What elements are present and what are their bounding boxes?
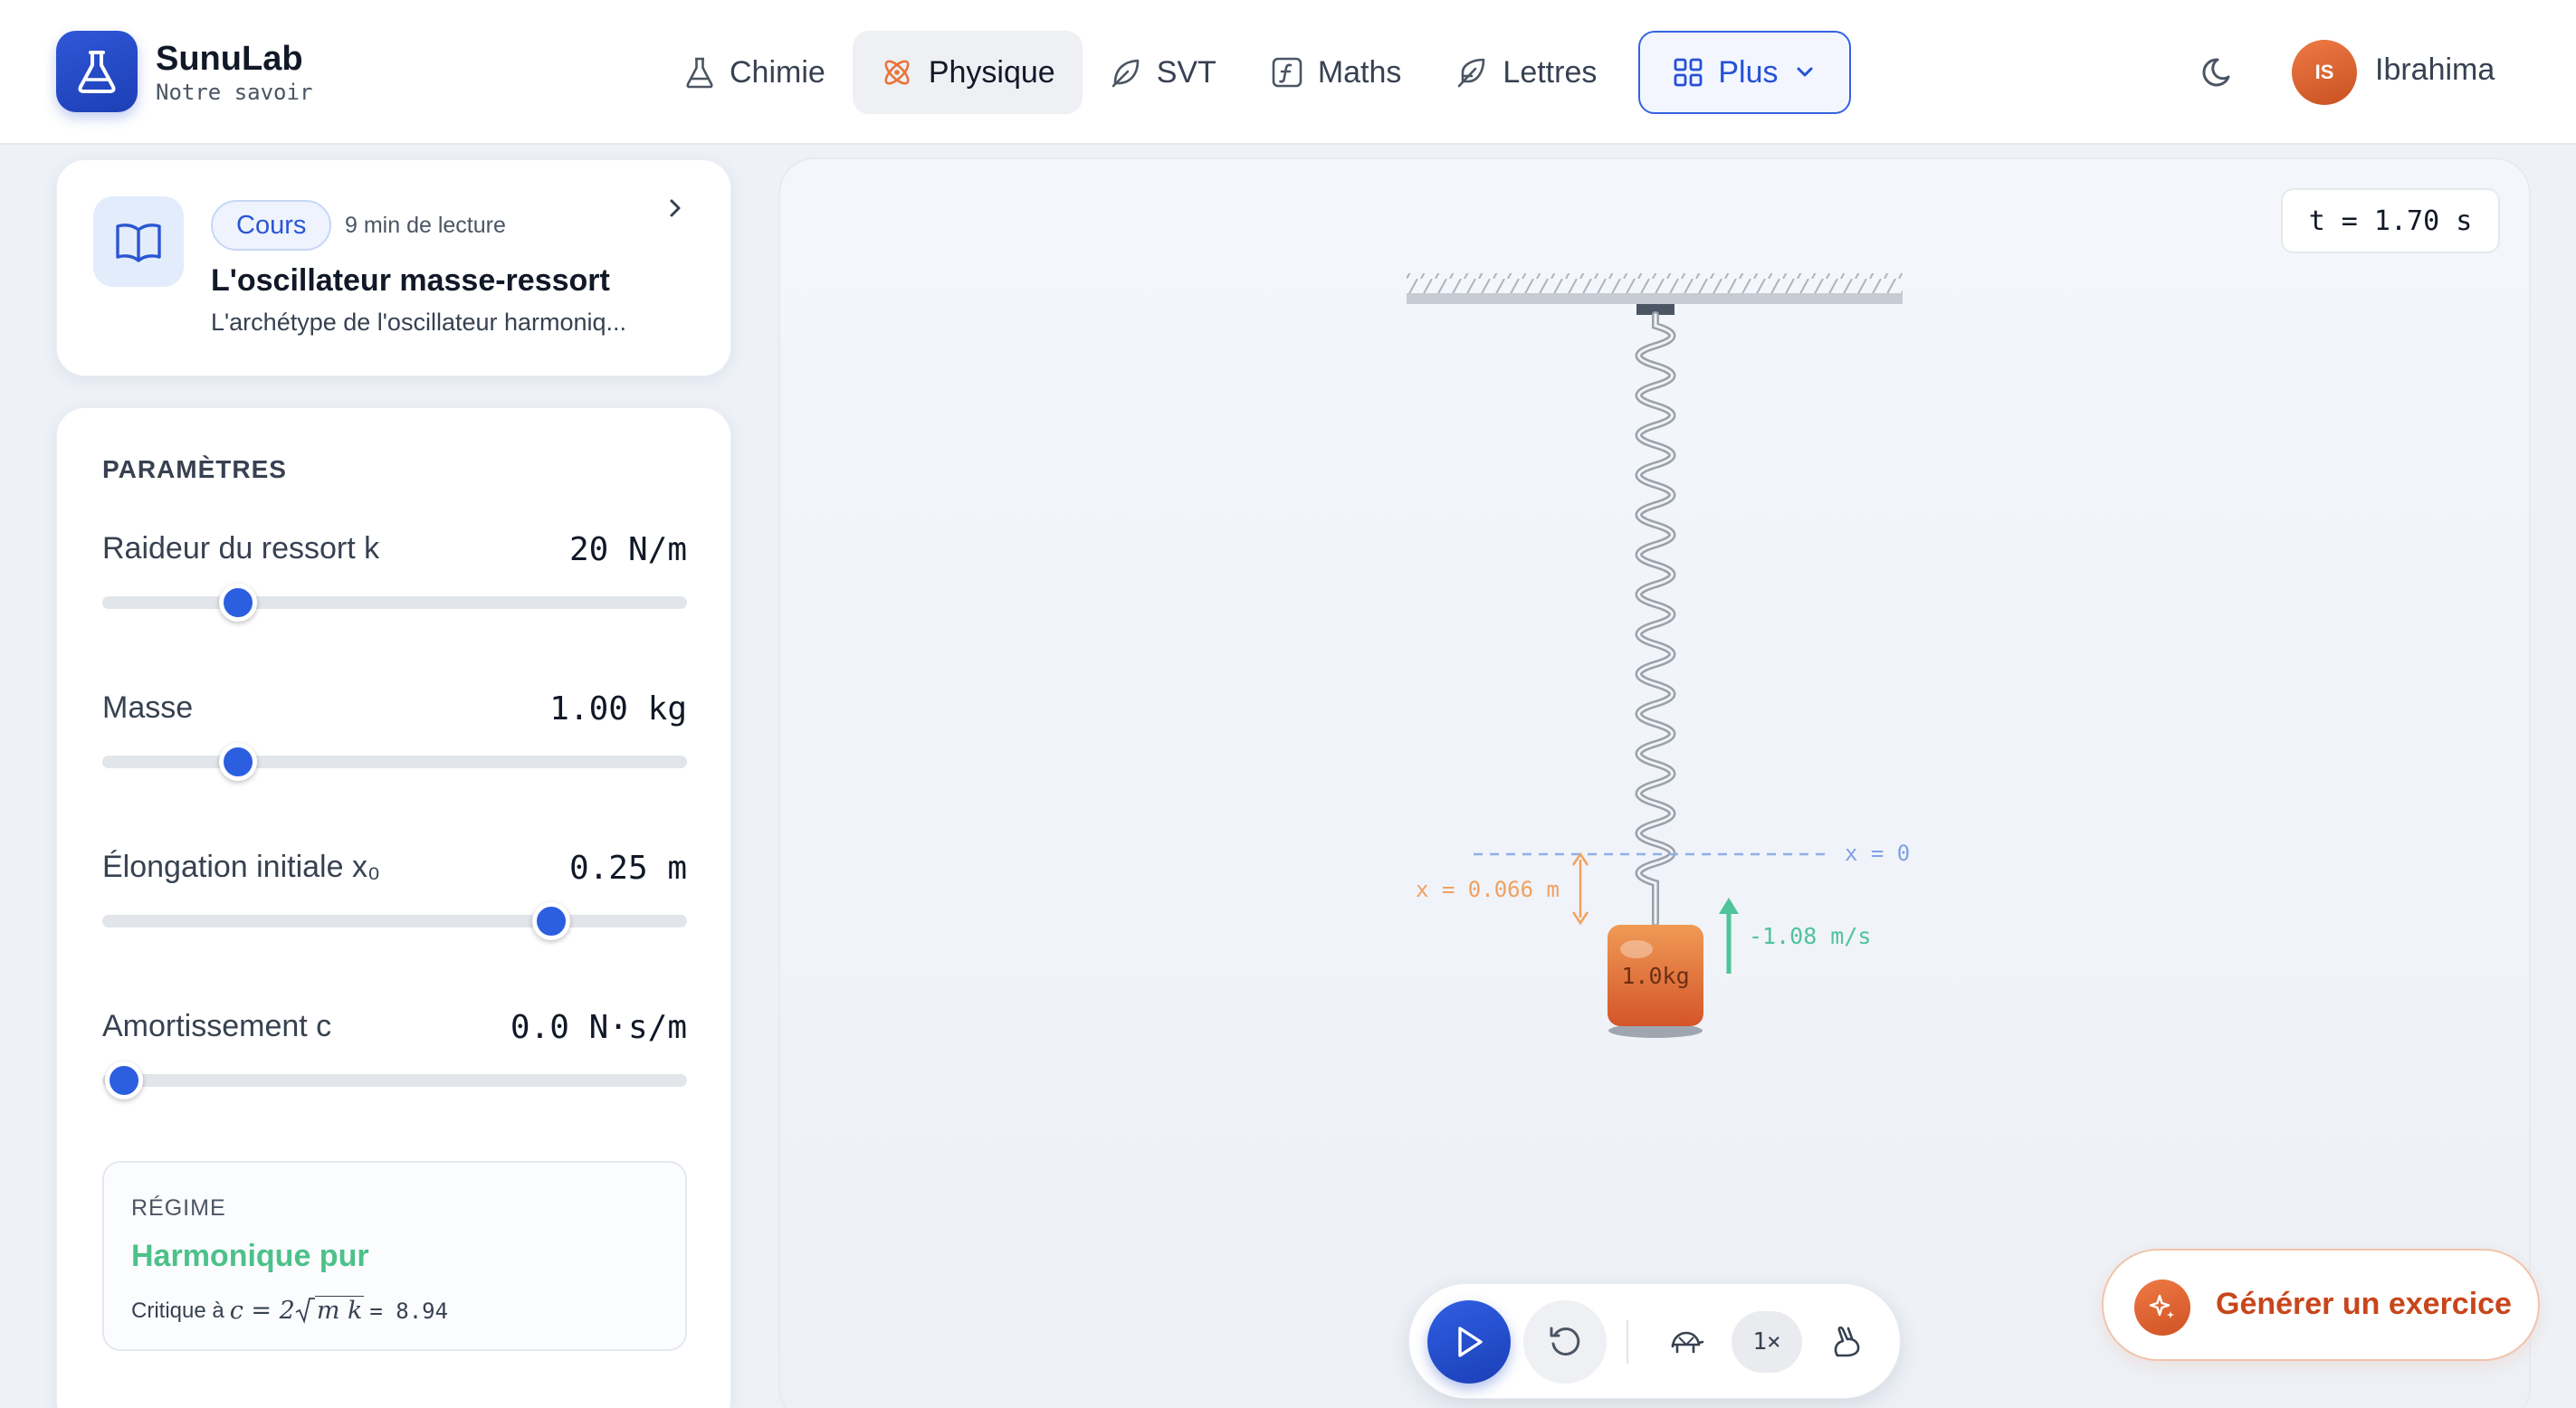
generate-exercise-button[interactable]: Générer un exercice xyxy=(2102,1249,2540,1361)
speed-selector[interactable]: 1× xyxy=(1732,1311,1802,1373)
playback-controls: 1× xyxy=(1408,1283,1901,1399)
sparkle-icon xyxy=(2134,1280,2190,1336)
slow-speed-button[interactable] xyxy=(1652,1308,1721,1376)
ceiling-bar xyxy=(1407,293,1903,304)
play-button[interactable] xyxy=(1427,1300,1511,1384)
controls-divider xyxy=(1627,1320,1628,1364)
turtle-icon xyxy=(1671,1331,1704,1354)
ceiling-hatch xyxy=(1407,273,1903,295)
velocity-arrow-head xyxy=(1719,898,1739,914)
fast-speed-button[interactable] xyxy=(1811,1308,1880,1376)
generate-exercise-label: Générer un exercice xyxy=(2216,1287,2512,1321)
displacement-label: x = 0.066 m xyxy=(1416,877,1560,902)
spring-mass-drawing: x = 0 x = 0.066 m 1.0kg -1.08 m/s xyxy=(1407,273,1910,1038)
reset-icon xyxy=(1550,1327,1580,1356)
rabbit-icon xyxy=(1834,1326,1860,1357)
reset-button[interactable] xyxy=(1523,1300,1607,1384)
mass-shine xyxy=(1620,940,1653,958)
equilibrium-label: x = 0 xyxy=(1845,841,1910,866)
mass-label: 1.0kg xyxy=(1621,963,1689,989)
velocity-label: -1.08 m/s xyxy=(1749,923,1871,949)
play-icon xyxy=(1458,1327,1483,1357)
